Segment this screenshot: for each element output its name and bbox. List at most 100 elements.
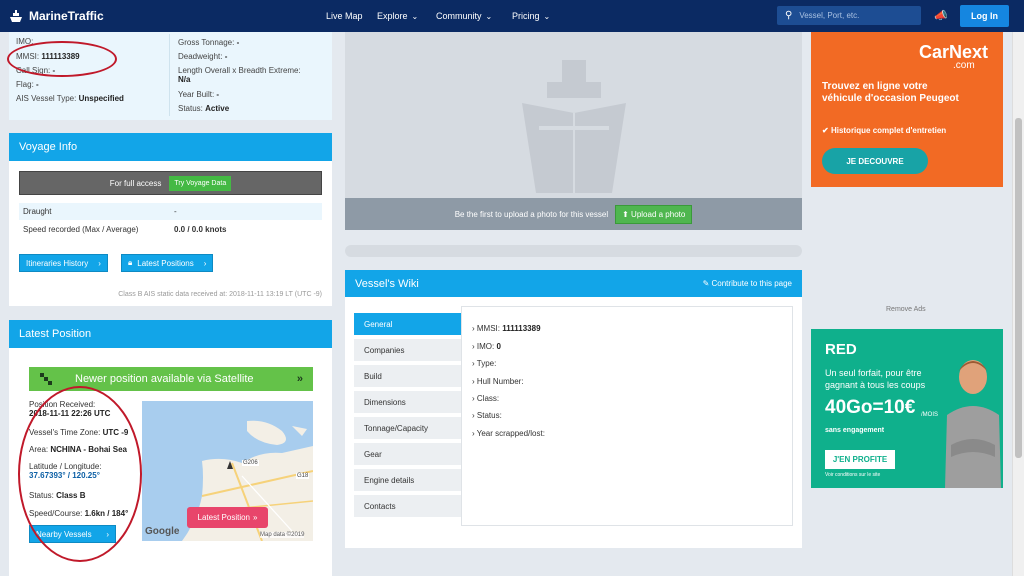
scrollbar-thumb[interactable] <box>1015 118 1022 458</box>
tab-engine-details[interactable]: Engine details <box>354 469 461 493</box>
itineraries-history-button[interactable]: Itineraries History › <box>19 254 108 272</box>
ais-type-value: Unspecified <box>78 94 124 103</box>
nav-explore-label: Explore <box>377 11 408 21</box>
deadweight-label: Deadweight: <box>178 52 223 61</box>
gross-tonnage-row: Gross Tonnage: - <box>178 38 239 47</box>
wiki-mmsi-label: MMSI: <box>476 324 500 333</box>
lock-icon: 🔒︎ <box>128 258 133 267</box>
wiki-status-label: Status: <box>476 411 502 420</box>
upload-photo-label: Upload a photo <box>631 209 686 219</box>
tab-general[interactable]: General <box>354 313 461 337</box>
nav-community[interactable]: Community ⌄ <box>436 11 492 21</box>
ais-type-label: AIS Vessel Type: <box>16 94 77 103</box>
satellite-icon <box>29 372 63 386</box>
latest-positions-label: Latest Positions <box>137 258 194 268</box>
ad-carnext-cta-button[interactable]: JE DECOUVRE <box>822 148 928 174</box>
chevron-right-icon: › <box>98 258 101 268</box>
flag-label: Flag: <box>16 80 34 89</box>
voyage-gate-text: For full access <box>109 178 162 188</box>
tab-contacts[interactable]: Contacts <box>354 495 461 519</box>
brand-name: MarineTraffic <box>29 9 104 23</box>
chevron-down-icon: ⌄ <box>543 11 551 21</box>
search-placeholder: Vessel, Port, etc. <box>799 11 860 20</box>
latest-position-button-label: Latest Position <box>197 513 251 522</box>
ad-carnext-bullet: ✔ Historique complet d'entretien <box>822 126 946 135</box>
nav-live-map[interactable]: Live Map <box>326 11 363 21</box>
wiki-field-type: › Type: <box>472 359 497 368</box>
status-row: Status: Active <box>178 104 229 113</box>
nav-pricing[interactable]: Pricing ⌄ <box>512 11 550 21</box>
brand-logo[interactable]: MarineTraffic <box>8 8 104 24</box>
ad-red-cta-button[interactable]: J'EN PROFITE <box>825 450 895 469</box>
photo-upload-bar: Be the first to upload a photo for this … <box>345 198 802 230</box>
ad-red-sub: sans engagement <box>825 427 885 434</box>
flag-value: - <box>36 80 39 89</box>
ad-carnext-bullet-text: Historique complet d'entretien <box>830 126 947 135</box>
latest-position-title: Latest Position <box>19 328 92 340</box>
chevron-right-icon: › <box>203 258 207 268</box>
year-built-label: Year Built: <box>178 90 215 99</box>
gross-tonnage-value: - <box>236 38 240 47</box>
content-separator <box>345 245 802 257</box>
voyage-access-gate: For full access Try Voyage Data <box>19 171 322 195</box>
deadweight-value: - <box>224 52 228 61</box>
upload-icon: ⬆ <box>622 209 632 219</box>
upload-photo-button[interactable]: ⬆ Upload a photo <box>615 204 693 224</box>
contribute-label: Contribute to this page <box>711 279 793 288</box>
voyage-info-card: Voyage Info For full access Try Voyage D… <box>9 133 332 306</box>
speed-recorded-row: Speed recorded (Max / Average) 0.0 / 0.0… <box>19 221 322 238</box>
year-built-value: - <box>216 90 220 99</box>
voyage-footer-note: Class B AIS static data received at: 201… <box>118 291 322 298</box>
deadweight-row: Deadweight: - <box>178 52 227 61</box>
wiki-hull-number-label: Hull Number: <box>476 377 524 386</box>
tab-gear[interactable]: Gear <box>354 443 461 467</box>
login-button[interactable]: Log In <box>960 5 1009 27</box>
nav-pricing-label: Pricing <box>512 11 540 21</box>
wiki-general-panel: › MMSI: 111113389 › IMO: 0 › Type: › Hul… <box>461 306 793 526</box>
highlight-oval-position <box>18 386 142 562</box>
ad-red-person-image <box>945 360 1001 488</box>
vessel-wiki-card: Vessel's Wiki ✎ Contribute to this page … <box>345 270 802 548</box>
contribute-link[interactable]: ✎ Contribute to this page <box>703 279 792 288</box>
nav-live-map-label: Live Map <box>326 11 363 21</box>
highlight-oval-mmsi <box>7 41 117 77</box>
wiki-imo-value: 0 <box>496 342 501 351</box>
photo-upload-prompt: Be the first to upload a photo for this … <box>454 209 609 219</box>
draught-value: - <box>174 207 177 216</box>
ad-red-offer-unit: /MOIS <box>921 412 939 418</box>
map-road-label-g206: G206 <box>242 460 259 466</box>
map-road-label-g18: G18 <box>296 473 310 479</box>
wiki-mmsi-value: 111113389 <box>502 324 541 333</box>
tab-companies[interactable]: Companies <box>354 339 461 363</box>
wiki-year-scrapped-label: Year scrapped/lost: <box>476 429 545 438</box>
year-built-row: Year Built: - <box>178 90 219 99</box>
announcements-icon[interactable]: 📣 <box>934 9 948 22</box>
speed-recorded-value: 0.0 / 0.0 knots <box>174 225 227 234</box>
itineraries-history-label: Itineraries History <box>26 258 89 268</box>
speed-recorded-label: Speed recorded (Max / Average) <box>23 225 139 234</box>
wiki-imo-label: IMO: <box>476 342 495 351</box>
draught-label: Draught <box>23 207 52 216</box>
flag-row: Flag: - <box>16 80 39 89</box>
latest-position-header: Latest Position <box>9 320 332 348</box>
tab-build[interactable]: Build <box>354 365 461 389</box>
advertisement-red[interactable]: RED Un seul forfait, pour être gagnant à… <box>811 329 1003 488</box>
ad-red-offer: 40Go=10€ <box>825 397 916 418</box>
tab-tonnage-capacity[interactable]: Tonnage/Capacity <box>354 417 461 441</box>
nav-explore[interactable]: Explore ⌄ <box>377 11 418 21</box>
latest-positions-button[interactable]: 🔒︎ Latest Positions › <box>121 254 214 272</box>
search-input[interactable]: ⚲ Vessel, Port, etc. <box>777 6 921 25</box>
voyage-info-header: Voyage Info <box>9 133 332 161</box>
latest-position-button[interactable]: Latest Position» <box>187 507 268 528</box>
tab-dimensions[interactable]: Dimensions <box>354 391 461 415</box>
advertisement-carnext[interactable]: CarNext .com Trouvez en ligne votre véhi… <box>811 32 1003 187</box>
try-voyage-data-button[interactable]: Try Voyage Data <box>169 175 232 191</box>
satellite-banner-text: Newer position available via Satellite <box>75 373 254 385</box>
ad-carnext-brand-suffix: .com <box>953 60 975 71</box>
remove-ads-link[interactable]: Remove Ads <box>886 306 926 313</box>
check-icon: ✔ <box>822 126 831 135</box>
vessel-wiki-title: Vessel's Wiki <box>355 277 419 290</box>
wiki-field-status: › Status: <box>472 411 502 420</box>
length-breadth-label: Length Overall x Breadth Extreme: <box>178 66 301 75</box>
wiki-field-hull-number: › Hull Number: <box>472 377 524 386</box>
